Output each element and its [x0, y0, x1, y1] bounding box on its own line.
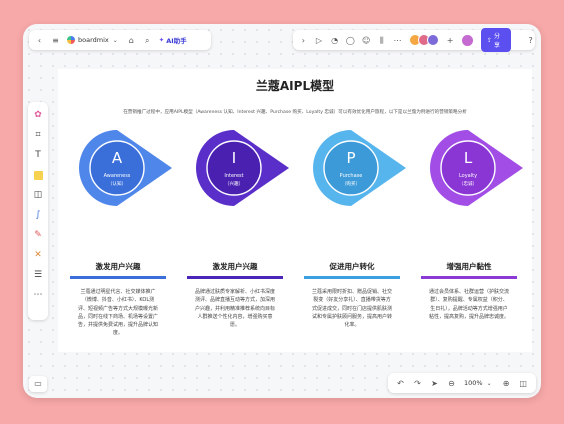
comment-icon[interactable]: ◯: [346, 36, 355, 45]
menu-icon[interactable]: ≡: [51, 36, 60, 45]
collaborator-avatars[interactable]: [408, 34, 439, 46]
top-right-toolbar: › ▷ ◔ ◯ ☺ ⫼ ⋯ + ⇪ 分享 ?: [293, 28, 535, 52]
text-icon[interactable]: T: [32, 148, 44, 162]
zoom-out-icon[interactable]: ⊖: [447, 379, 456, 388]
stage-letter: P: [346, 149, 356, 167]
pen-icon[interactable]: ✎: [32, 228, 44, 242]
app-name[interactable]: boardmix: [78, 36, 109, 44]
help-icon[interactable]: ?: [526, 36, 535, 45]
stage-name-cn: （忠诚）: [458, 182, 478, 187]
cursor-icon[interactable]: ➤: [430, 379, 439, 388]
chevron-down-icon[interactable]: ⌄: [111, 36, 120, 45]
stage-divider: [421, 276, 517, 279]
stage-description: 品牌通过肤质专家解析、小红书深度测评、品牌直播互动等方式，加深用户兴趣，并利用精…: [194, 289, 275, 329]
page-title: 兰蔻AIPL模型: [255, 79, 335, 93]
chevron-left-icon[interactable]: ‹: [35, 36, 44, 45]
redo-icon[interactable]: ↷: [413, 379, 422, 388]
stage-loyalty-shape: L Loyalty （忠诚）: [427, 127, 523, 209]
stage-name-en: Loyalty: [458, 173, 478, 179]
more-icon[interactable]: ⋯: [393, 36, 402, 45]
stage-name-en: Interest: [224, 173, 244, 179]
search-icon[interactable]: ⌕: [143, 36, 152, 45]
share-button[interactable]: ⇪ 分享: [481, 28, 512, 52]
top-left-toolbar: ‹ ≡ boardmix ⌄ ⌂ ⌕ ✦ AI助手: [29, 30, 211, 50]
share-label: 分享: [494, 33, 501, 49]
stage-letter: A: [111, 149, 123, 167]
stage-awareness-shape: A Awareness （认知）: [76, 127, 172, 209]
library-icon[interactable]: ⫼: [378, 36, 387, 45]
undo-icon[interactable]: ↶: [396, 379, 405, 388]
boardmix-logo-icon: [67, 36, 75, 44]
stage-divider: [70, 276, 166, 279]
frame-icon[interactable]: ⌗: [32, 128, 44, 142]
canvas-document[interactable]: 兰蔻AIPL模型 在营销推广过程中，应用AIPL模型（Awareness 认知、…: [58, 69, 532, 352]
stage-letter: L: [463, 149, 473, 167]
play-icon[interactable]: ▷: [315, 36, 324, 45]
chevron-right-icon[interactable]: ›: [299, 36, 308, 45]
connector-icon[interactable]: ∫: [32, 208, 44, 222]
shape-icon[interactable]: ◫: [32, 188, 44, 202]
stage-interest-shape: I Interest （兴趣）: [193, 127, 289, 209]
stage-title: 激发用户兴趣: [95, 262, 141, 271]
zoom-in-icon[interactable]: ⊕: [502, 379, 511, 388]
stage-name-en: Purchase: [339, 173, 363, 179]
stage-divider: [304, 276, 400, 279]
ai-assistant-button[interactable]: ✦ AI助手: [159, 35, 187, 45]
current-user-avatar[interactable]: [461, 33, 474, 47]
tag-icon[interactable]: ⌂: [127, 36, 136, 45]
mindmap-icon[interactable]: ✕: [32, 248, 44, 262]
stage-name-cn: （兴趣）: [224, 182, 244, 187]
app-window: ‹ ≡ boardmix ⌄ ⌂ ⌕ ✦ AI助手 › ▷ ◔ ◯ ☺ ⫼ ⋯ …: [23, 24, 541, 398]
table-icon[interactable]: ☰: [32, 268, 44, 282]
sticky-note-icon[interactable]: [32, 168, 44, 182]
zoom-level[interactable]: 100%: [464, 379, 483, 387]
map-icon[interactable]: ◫: [519, 379, 528, 388]
chevron-down-icon[interactable]: ⌄: [485, 379, 494, 388]
stage-description: 兰蔻采用限时折扣、赠品促销、社交裂变（好友分享礼）、直播带货等方式促进成交，同时…: [311, 289, 392, 329]
templates-icon[interactable]: ✿: [32, 108, 44, 122]
page-subtitle: 在营销推广过程中，应用AIPL模型（Awareness 认知、Interest …: [123, 110, 467, 115]
stage-title: 增强用户黏性: [446, 262, 492, 271]
stage-name-cn: （购买）: [341, 182, 361, 187]
left-toolbar: ✿ ⌗ T ◫ ∫ ✎ ✕ ☰ ⋯: [28, 102, 48, 320]
stage-purchase-shape: P Purchase （购买）: [310, 127, 406, 209]
stage-letter: I: [231, 149, 237, 167]
timer-icon[interactable]: ◔: [330, 36, 339, 45]
ai-sparkle-icon: ✦: [158, 36, 165, 44]
stage-description: 兰蔻通过明星代言、社交媒体推广（微博、抖音、小红书）、KOL测评、短视频广告等方…: [77, 289, 158, 337]
avatar[interactable]: [426, 34, 439, 46]
bottom-right-toolbar: ↶ ↷ ➤ ⊖ 100% ⌄ ⊕ ◫: [388, 373, 536, 393]
stage-name-cn: （认知）: [107, 182, 127, 187]
user-plus-icon[interactable]: +: [446, 36, 455, 45]
stage-title: 激发用户兴趣: [212, 262, 258, 271]
more-tools-icon[interactable]: ⋯: [32, 288, 44, 302]
stage-title: 促进用户转化: [329, 262, 375, 271]
emoji-icon[interactable]: ☺: [362, 36, 371, 45]
minimap-icon[interactable]: ▭: [29, 376, 47, 392]
share-icon: ⇪: [487, 36, 493, 44]
stage-description: 通过会员体系、社群运营（护肤交流群）、复购提醒、专属权益（积分、生日礼），品牌活…: [428, 289, 509, 320]
stage-divider: [187, 276, 283, 279]
ai-assistant-label: AI助手: [166, 37, 187, 45]
stage-name-en: Awareness: [103, 173, 131, 179]
